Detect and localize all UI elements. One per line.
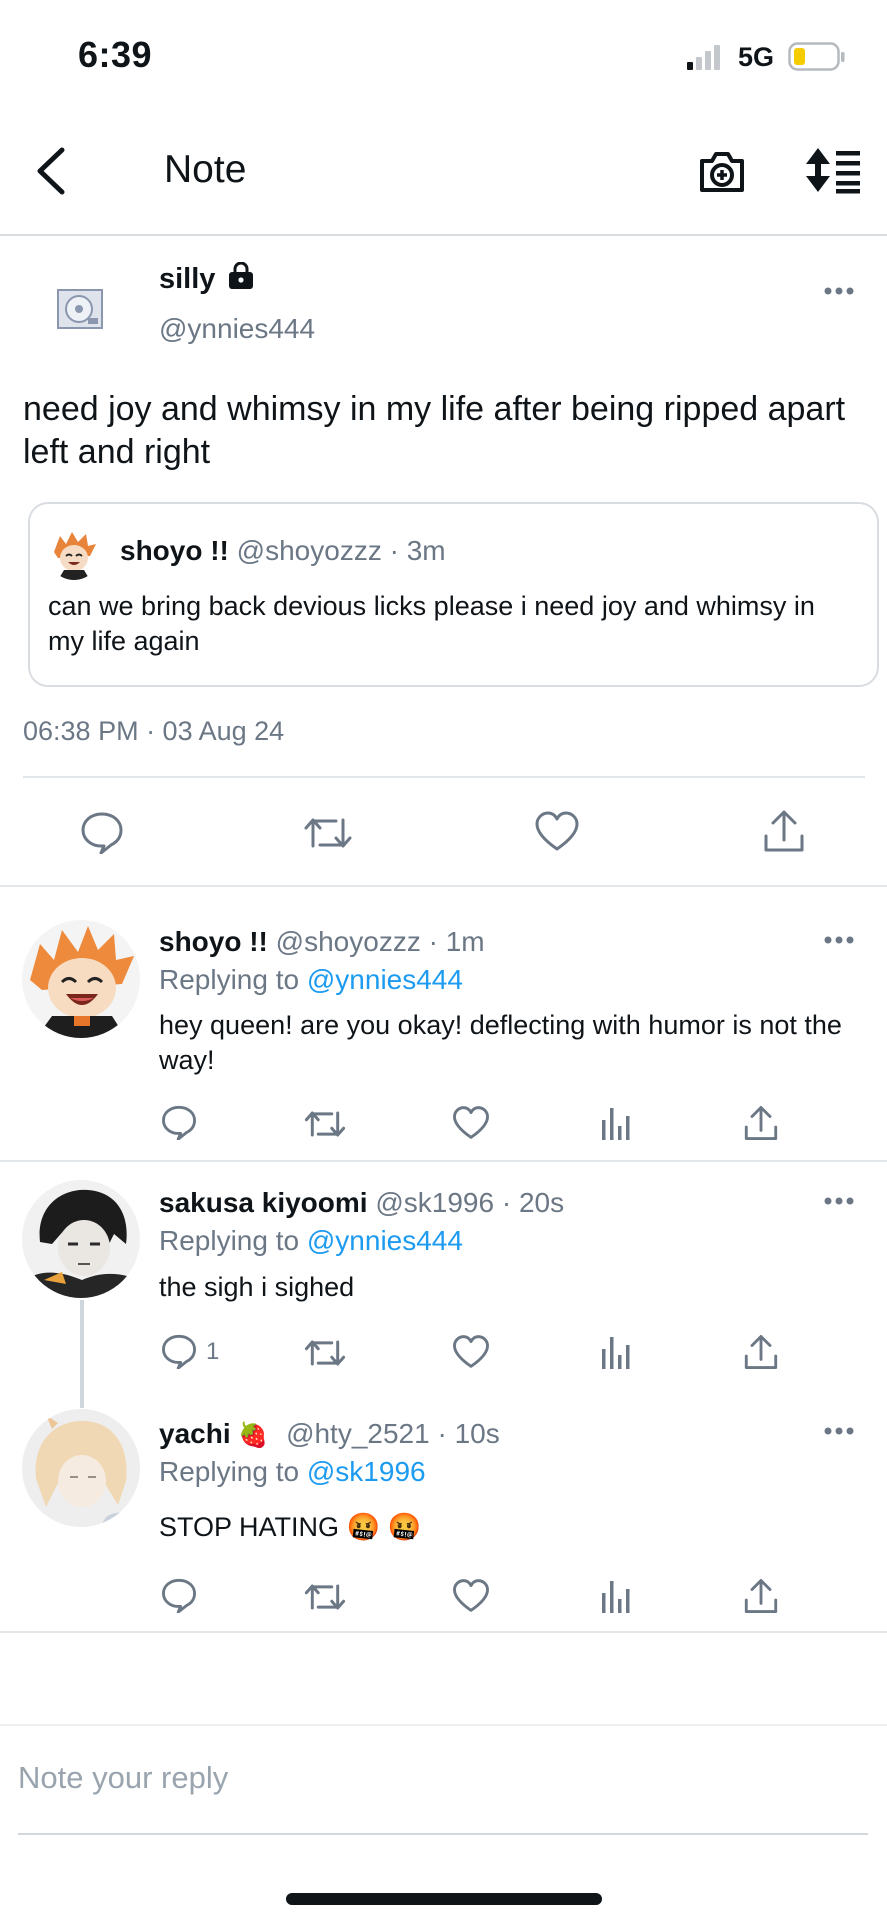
quote-author: shoyo !! @shoyozzz · 3m [120,535,446,566]
divider [0,1724,887,1726]
more-options-icon[interactable] [824,935,854,945]
reply-input-underline [18,1833,868,1835]
reply-meta: @hty_2521 · 10s [286,1418,500,1449]
reply-text: STOP HATING 🤬 🤬 [159,1512,422,1542]
lock-icon [228,262,254,290]
avatar[interactable] [44,274,114,344]
tweet-text: need joy and whimsy in my life after bei… [23,390,846,471]
reply-icon[interactable] [80,810,124,854]
reply-input[interactable]: Note your reply [18,1760,228,1796]
reply-author-name[interactable]: shoyo !! [159,926,268,957]
author-name[interactable]: silly [159,262,254,296]
reply-icon[interactable] [161,1333,197,1369]
back-arrow-icon[interactable] [30,146,70,196]
views-icon[interactable] [601,1106,633,1140]
reply-text: the sigh i sighed [159,1272,355,1302]
signal-icon [687,44,723,70]
divider [0,1160,887,1162]
views-icon[interactable] [601,1579,633,1613]
replying-to: Replying to @ynnies444 [159,1225,463,1256]
author-handle[interactable]: @ynnies444 [159,313,315,345]
sort-icon[interactable] [802,146,862,194]
share-icon[interactable] [743,1104,779,1142]
replying-to: Replying to @sk1996 [159,1456,426,1487]
home-indicator[interactable] [286,1893,602,1905]
like-icon[interactable] [452,1105,490,1140]
strawberry-emoji: 🍓 [238,1422,269,1449]
more-options-icon[interactable] [824,1426,854,1436]
reply-author-name[interactable]: sakusa kiyoomi [159,1187,368,1218]
reply-icon[interactable] [161,1104,197,1140]
like-icon[interactable] [452,1578,490,1613]
share-icon[interactable] [762,808,806,854]
views-icon[interactable] [601,1335,633,1369]
retweet-icon[interactable] [303,1106,347,1142]
reply-meta: @shoyozzz · 1m [275,926,485,957]
reply-header: shoyo !! @shoyozzz · 1m [159,926,485,958]
page-title: Note [164,148,247,191]
status-time: 6:39 [78,34,153,75]
retweet-icon[interactable] [303,1335,347,1371]
reply-author-name[interactable]: yachi [159,1418,231,1449]
more-options-icon[interactable] [824,286,854,296]
quote-avatar [48,528,100,580]
reply-count: 1 [206,1338,220,1365]
tweet-timestamp: 06:38 PM · 03 Aug 24 [23,716,285,746]
camera-icon[interactable] [698,148,746,194]
retweet-icon[interactable] [303,1579,347,1615]
replying-to-link[interactable]: @ynnies444 [307,1225,463,1256]
replying-to-link[interactable]: @sk1996 [307,1456,426,1487]
retweet-icon[interactable] [302,812,354,854]
divider [0,885,887,887]
avatar[interactable] [22,1180,140,1298]
replying-to: Replying to @ynnies444 [159,964,463,995]
replying-to-link[interactable]: @ynnies444 [307,964,463,995]
reply-text: hey queen! are you okay! deflecting with… [159,1010,842,1075]
reply-header: yachi 🍓 @hty_2521 · 10s [159,1418,500,1450]
battery-icon [788,42,846,72]
like-icon[interactable] [534,810,580,852]
thread-line [80,1300,84,1408]
share-icon[interactable] [743,1577,779,1615]
network-type: 5G [738,42,775,72]
reply-header: sakusa kiyoomi @sk1996 · 20s [159,1187,564,1219]
more-options-icon[interactable] [824,1196,854,1206]
quote-text: can we bring back devious licks please i… [48,591,815,656]
like-icon[interactable] [452,1334,490,1369]
reply-meta: @sk1996 · 20s [375,1187,565,1218]
share-icon[interactable] [743,1333,779,1371]
avatar[interactable] [22,920,140,1038]
divider [0,1631,887,1633]
divider [23,776,865,778]
reply-icon[interactable] [161,1577,197,1613]
header-divider [0,234,887,236]
avatar[interactable] [22,1409,140,1527]
